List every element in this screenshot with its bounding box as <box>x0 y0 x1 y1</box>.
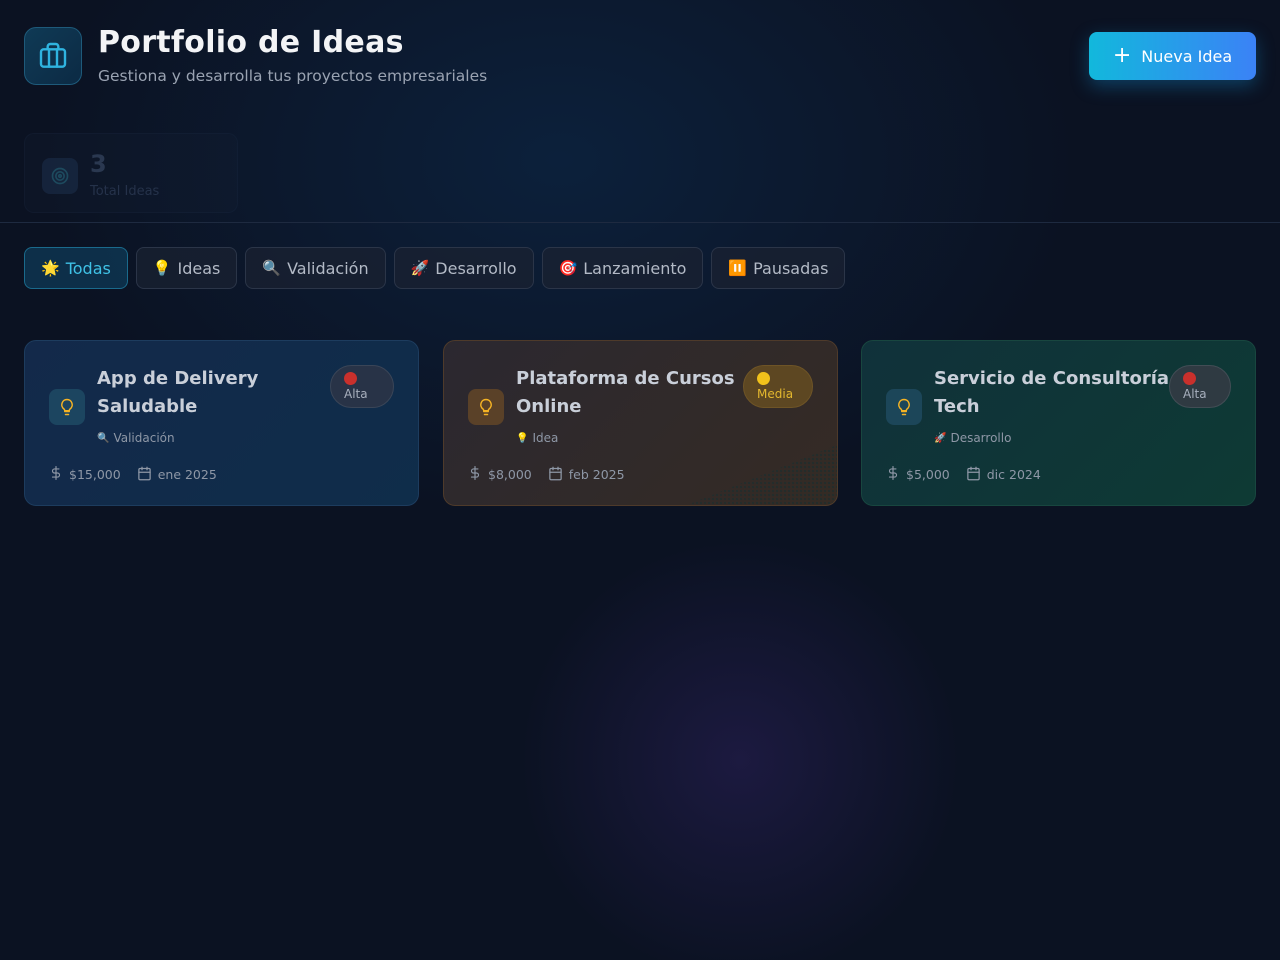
lightbulb-icon <box>49 389 85 425</box>
lightbulb-icon: 💡 <box>152 259 172 277</box>
dollar-icon <box>886 465 900 484</box>
card-meta: $15,000 ene 2025 <box>49 465 233 484</box>
new-idea-button[interactable]: + Nueva Idea <box>1089 32 1256 80</box>
lightbulb-icon <box>886 389 922 425</box>
pause-icon: ⏸️ <box>728 259 748 277</box>
priority-label: Alta <box>344 387 368 401</box>
priority-badge: Alta <box>1169 365 1231 408</box>
calendar-icon <box>137 466 152 484</box>
card-date: dic 2024 <box>986 467 1041 482</box>
dots-decoration <box>687 445 837 505</box>
filter-desarrollo[interactable]: 🚀 Desarrollo <box>393 247 534 289</box>
card-stage-label: Validación <box>113 431 175 445</box>
card-budget: $8,000 <box>488 467 532 482</box>
card-title: Plataforma de Cursos Online <box>516 368 735 417</box>
card-meta: $8,000 feb 2025 <box>468 465 641 484</box>
filter-lanzamiento[interactable]: 🎯 Lanzamiento <box>541 247 704 289</box>
filter-validacion[interactable]: 🔍 Validación <box>245 247 386 289</box>
card-title: Servicio de Consultoría Tech <box>934 368 1170 417</box>
lightbulb-icon: 💡 <box>516 432 529 444</box>
filter-label: Pausadas <box>753 258 829 278</box>
card-stage-label: Desarrollo <box>950 431 1012 445</box>
magnifier-icon: 🔍 <box>97 432 110 444</box>
card-date: feb 2025 <box>568 467 625 482</box>
card-stage: 💡 Idea <box>516 431 558 445</box>
rocket-icon: 🚀 <box>410 259 430 277</box>
target-icon: 🎯 <box>558 259 578 277</box>
stats-value: 3 <box>90 150 107 178</box>
card-meta: $5,000 dic 2024 <box>886 465 1057 484</box>
calendar-icon <box>966 466 981 484</box>
target-icon <box>42 158 78 194</box>
plus-icon: + <box>1112 43 1132 68</box>
card-date: ene 2025 <box>157 467 217 482</box>
filter-bar: 🌟 Todas 💡 Ideas 🔍 Validación 🚀 Desarroll… <box>24 247 846 289</box>
priority-badge: Alta <box>330 365 394 408</box>
filter-label: Ideas <box>177 258 221 278</box>
idea-card[interactable]: Servicio de Consultoría Tech 🚀 Desarroll… <box>861 340 1256 506</box>
filter-label: Desarrollo <box>435 258 517 278</box>
dollar-icon <box>49 465 63 484</box>
magnifier-icon: 🔍 <box>262 259 282 277</box>
briefcase-icon <box>24 27 82 85</box>
card-title: App de Delivery Saludable <box>97 368 259 417</box>
filter-label: Todas <box>65 258 111 278</box>
divider <box>0 222 1280 223</box>
card-budget: $15,000 <box>69 467 121 482</box>
page-header: Portfolio de Ideas Gestiona y desarrolla… <box>24 25 1256 87</box>
page-title: Portfolio de Ideas <box>98 25 404 60</box>
filter-ideas[interactable]: 💡 Ideas <box>135 247 238 289</box>
rocket-icon: 🚀 <box>934 432 947 444</box>
card-budget: $5,000 <box>906 467 950 482</box>
calendar-icon <box>548 466 563 484</box>
priority-badge: Media <box>743 365 813 408</box>
card-stage: 🚀 Desarrollo <box>934 431 1011 445</box>
card-stage: 🔍 Validación <box>97 431 175 445</box>
priority-label: Alta <box>1183 387 1207 401</box>
stats-card-total: 3 Total Ideas <box>24 133 238 213</box>
new-idea-button-label: Nueva Idea <box>1141 46 1233 66</box>
priority-label: Media <box>757 387 794 401</box>
dollar-icon <box>468 465 482 484</box>
idea-card[interactable]: App de Delivery Saludable 🔍 Validación A… <box>24 340 419 506</box>
star-icon: 🌟 <box>41 259 60 277</box>
priority-dot <box>344 372 357 385</box>
filter-pausadas[interactable]: ⏸️ Pausadas <box>711 247 846 289</box>
priority-dot <box>757 372 770 385</box>
page-subtitle: Gestiona y desarrolla tus proyectos empr… <box>98 67 488 85</box>
priority-dot <box>1183 372 1196 385</box>
card-stage-label: Idea <box>532 431 559 445</box>
filter-label: Validación <box>287 258 369 278</box>
idea-card[interactable]: Plataforma de Cursos Online 💡 Idea Media… <box>443 340 838 506</box>
filter-label: Lanzamiento <box>583 258 687 278</box>
lightbulb-icon <box>468 389 504 425</box>
filter-todas[interactable]: 🌟 Todas <box>24 247 128 289</box>
stats-label: Total Ideas <box>90 184 160 199</box>
